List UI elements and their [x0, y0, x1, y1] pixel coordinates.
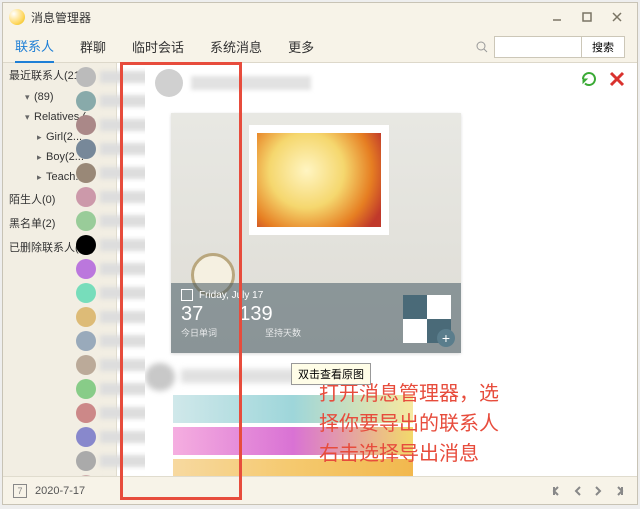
contact-list [117, 63, 145, 476]
chevron-right-icon: ▸ [37, 132, 43, 143]
chevron-right-icon: ▸ [37, 152, 43, 163]
category-tabs: 联系人 群聊 临时会话 系统消息 更多 搜索 [3, 31, 637, 63]
overlay-stat2: 139 [239, 303, 272, 326]
overlay-sub1: 今日单词 [181, 326, 217, 339]
overlay-stat1: 37 [181, 303, 203, 326]
avatar [76, 235, 96, 255]
image-tooltip: 双击查看原图 [291, 363, 371, 385]
window-title: 消息管理器 [31, 9, 543, 26]
minimize-button[interactable] [543, 7, 571, 27]
sidebar-group-label: (89) [34, 91, 54, 103]
chat-header [145, 63, 637, 103]
avatar [76, 331, 96, 351]
refresh-icon[interactable] [579, 69, 599, 89]
tab-more[interactable]: 更多 [288, 31, 314, 62]
first-page-button[interactable] [549, 482, 567, 500]
chat-avatar [155, 69, 183, 97]
avatar [76, 379, 96, 399]
avatar [76, 307, 96, 327]
chevron-down-icon: ▾ [25, 92, 31, 103]
avatar [76, 355, 96, 375]
avatar [76, 259, 96, 279]
tab-temp[interactable]: 临时会话 [132, 31, 184, 62]
avatar [76, 67, 96, 87]
avatar [76, 115, 96, 135]
page-nav [549, 482, 627, 500]
main-body: 最近联系人(210) ▾(89) ▾Relatives.(... ▸Girl(2… [3, 63, 637, 476]
search-icon [474, 39, 490, 55]
prev-page-button[interactable] [569, 482, 587, 500]
tab-groups[interactable]: 群聊 [80, 31, 106, 62]
maximize-button[interactable] [573, 7, 601, 27]
avatar [76, 187, 96, 207]
annotation-line: 择你要导出的联系人 [319, 409, 559, 439]
avatar [76, 403, 96, 423]
add-icon[interactable]: + [437, 329, 455, 347]
chevron-right-icon: ▸ [37, 172, 43, 183]
tab-contacts[interactable]: 联系人 [15, 30, 54, 63]
avatar [76, 283, 96, 303]
calendar-icon [181, 289, 193, 301]
app-window: 消息管理器 联系人 群聊 临时会话 系统消息 更多 搜索 最近联系人(210) … [2, 2, 638, 505]
window-controls [543, 7, 631, 27]
last-page-button[interactable] [609, 482, 627, 500]
annotation-line: 右击选择导出消息 [319, 439, 559, 469]
titlebar[interactable]: 消息管理器 [3, 3, 637, 31]
app-icon [9, 9, 25, 25]
image-overlay: Friday, July 17 37 139 今日单词 坚持天数 [171, 283, 461, 353]
footer: 7 2020-7-17 [3, 476, 637, 504]
tab-system[interactable]: 系统消息 [210, 31, 262, 62]
search-area: 搜索 [474, 36, 625, 58]
chat-image[interactable]: Friday, July 17 37 139 今日单词 坚持天数 + [171, 113, 461, 353]
avatar [76, 427, 96, 447]
delete-icon[interactable] [607, 69, 627, 89]
search-button[interactable]: 搜索 [582, 36, 625, 58]
tutorial-annotation: 打开消息管理器，选 择你要导出的联系人 右击选择导出消息 [319, 379, 559, 469]
avatar [76, 451, 96, 471]
avatar [76, 91, 96, 111]
chat-panel: Friday, July 17 37139 今日单词坚持天数 + 双击查看原图 … [145, 63, 637, 476]
avatar [76, 163, 96, 183]
footer-date: 2020-7-17 [35, 485, 549, 497]
next-page-button[interactable] [589, 482, 607, 500]
chat-tools [579, 69, 627, 89]
close-button[interactable] [603, 7, 631, 27]
overlay-date: Friday, July 17 [199, 290, 263, 301]
chat-contact-name [191, 76, 311, 90]
avatar [76, 211, 96, 231]
avatar [76, 139, 96, 159]
search-input[interactable] [494, 36, 582, 58]
chevron-down-icon: ▾ [25, 112, 31, 123]
overlay-sub2: 坚持天数 [265, 326, 301, 339]
calendar-icon[interactable]: 7 [13, 484, 27, 498]
painting-frame [249, 125, 389, 235]
